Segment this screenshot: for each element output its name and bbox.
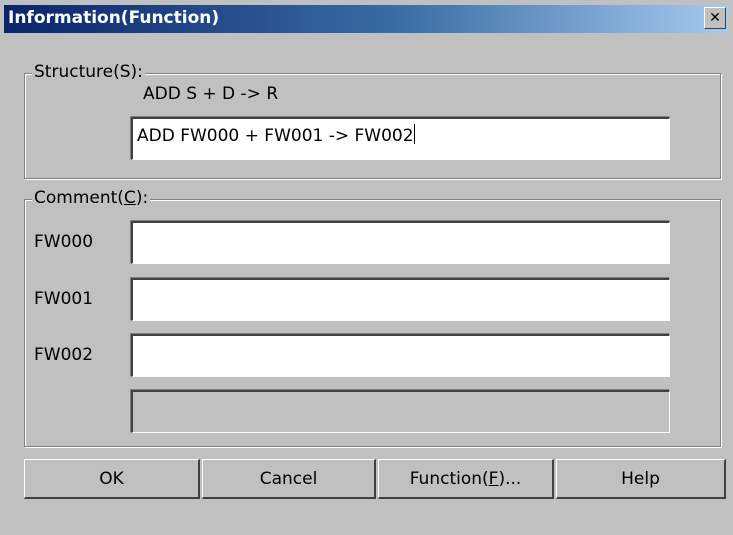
fw000-label: FW000 xyxy=(34,232,94,252)
fw000-comment-input[interactable] xyxy=(131,221,670,264)
function-button[interactable]: Function(F)... xyxy=(378,459,554,499)
ok-button-label: OK xyxy=(99,468,124,489)
structure-input-value: ADD FW000 + FW001 -> FW002 xyxy=(137,126,414,146)
help-button[interactable]: Help xyxy=(556,459,726,499)
fw002-comment-input[interactable] xyxy=(131,334,670,377)
function-button-label: Function(F)... xyxy=(410,469,522,489)
close-button[interactable]: ✕ xyxy=(704,7,726,29)
fw001-comment-input[interactable] xyxy=(131,278,670,321)
comment-legend-suffix: ): xyxy=(135,188,149,208)
text-caret xyxy=(413,124,415,144)
function-label-prefix: Function( xyxy=(409,468,489,489)
structure-legend-key: S xyxy=(119,62,131,82)
close-icon: ✕ xyxy=(709,10,721,26)
structure-legend: Structure(S): xyxy=(32,62,145,82)
title-bar[interactable]: Information(Function) ✕ xyxy=(4,5,728,33)
structure-legend-prefix: Structure( xyxy=(34,62,120,82)
information-function-dialog: Information(Function) ✕ Structure(S): AD… xyxy=(0,0,733,535)
fw002-label: FW002 xyxy=(34,345,94,365)
help-button-label: Help xyxy=(621,468,660,489)
structure-input[interactable]: ADD FW000 + FW001 -> FW002 xyxy=(131,117,670,160)
structure-legend-suffix: ): xyxy=(130,62,143,82)
cancel-button[interactable]: Cancel xyxy=(202,459,376,499)
window-title: Information(Function) xyxy=(8,8,220,28)
cancel-button-label: Cancel xyxy=(259,468,318,489)
fw001-label: FW001 xyxy=(34,289,94,309)
comment-legend-key: C xyxy=(123,188,136,208)
comment-legend-prefix: Comment( xyxy=(34,188,124,208)
disabled-comment-input xyxy=(131,390,670,433)
function-label-key: F xyxy=(488,468,499,489)
ok-button[interactable]: OK xyxy=(24,459,200,499)
structure-format-label: ADD S + D -> R xyxy=(143,84,279,104)
comment-legend: Comment(C): xyxy=(32,188,151,208)
function-label-suffix: )... xyxy=(498,468,522,489)
